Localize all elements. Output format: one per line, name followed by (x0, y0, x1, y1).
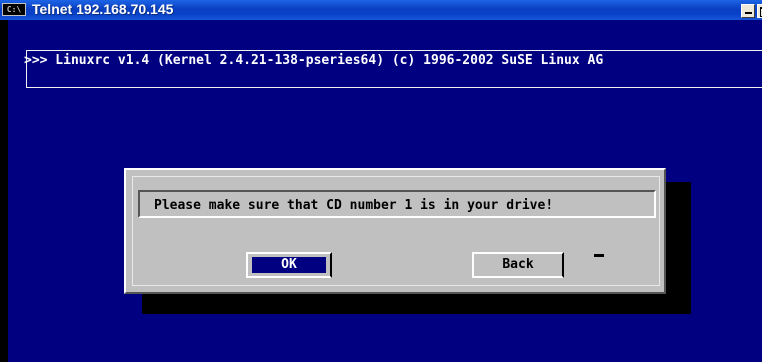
window-title: Telnet 192.168.70.145 (32, 1, 174, 17)
title-bar[interactable]: C:\ Telnet 192.168.70.145 (0, 0, 762, 20)
minimize-button[interactable] (741, 4, 755, 18)
console-icon[interactable]: C:\ (2, 3, 26, 16)
minimize-icon (745, 12, 752, 14)
back-button[interactable]: Back (472, 252, 564, 278)
confirm-dialog: Please make sure that CD number 1 is in … (124, 168, 666, 294)
terminal-area[interactable]: >>> Linuxrc v1.4 (Kernel 2.4.21-138-pser… (0, 20, 762, 362)
ok-button[interactable]: OK (246, 252, 332, 278)
dialog-message: Please make sure that CD number 1 is in … (154, 198, 554, 213)
banner-text: >>> Linuxrc v1.4 (Kernel 2.4.21-138-pser… (24, 53, 604, 68)
maximize-button[interactable] (757, 4, 762, 18)
cursor-mark (594, 254, 604, 257)
ok-button-label: OK (281, 257, 297, 272)
terminal-screen: >>> Linuxrc v1.4 (Kernel 2.4.21-138-pser… (8, 20, 762, 362)
